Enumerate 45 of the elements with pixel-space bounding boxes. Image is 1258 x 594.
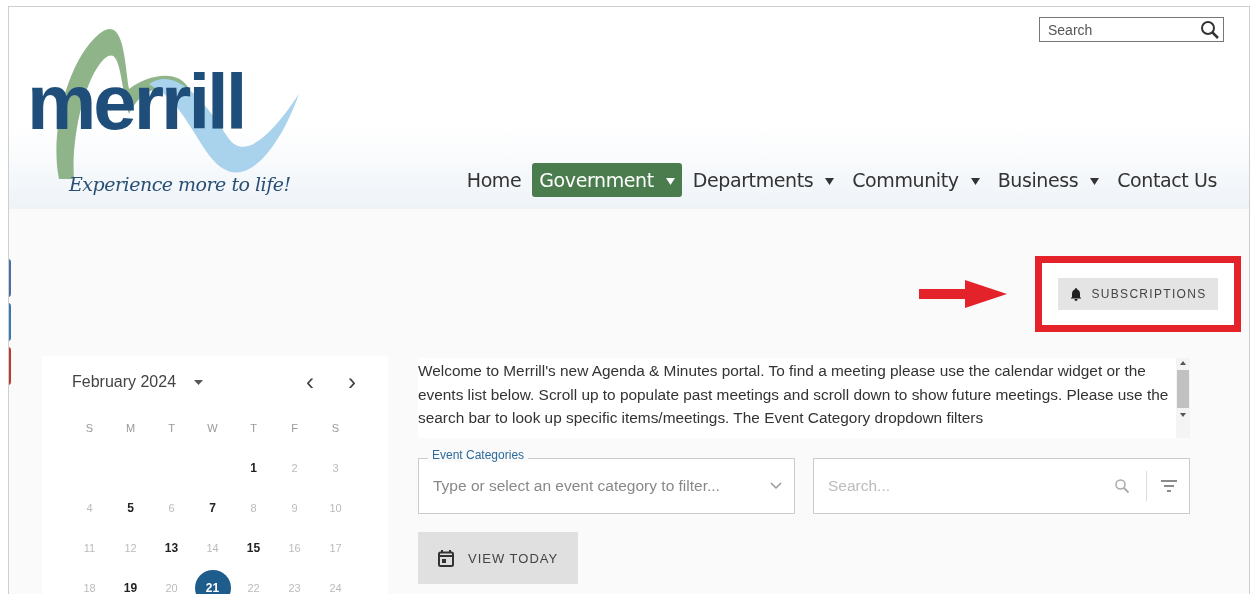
calendar-day[interactable]: 19 bbox=[112, 570, 149, 594]
weekday-label: T bbox=[250, 422, 257, 434]
nav-link[interactable]: Community bbox=[845, 163, 987, 197]
calendar-day[interactable]: 21 bbox=[194, 570, 231, 594]
subscriptions-button[interactable]: SUBSCRIPTIONS bbox=[1057, 278, 1219, 310]
search-input[interactable]: Search bbox=[1048, 21, 1200, 38]
calendar-day[interactable]: 1 bbox=[235, 450, 272, 486]
search-field[interactable]: Search bbox=[1039, 17, 1224, 42]
nav-link[interactable]: Departments bbox=[685, 163, 842, 197]
nav-link[interactable]: Government bbox=[532, 163, 682, 197]
calendar-day[interactable]: 5 bbox=[112, 490, 149, 526]
nav-link[interactable]: Business bbox=[990, 163, 1107, 197]
intro-text: Welcome to Merrill's new Agenda & Minutes portal. To find a meeting please use the calendar widget or the events list below. Scroll up to populate past meetings and scroll down to show future meetings. Please use the search bar to look up specific items/meetings. The Event Category dropdown filters bbox=[418, 361, 1170, 428]
scrollbar[interactable] bbox=[1176, 358, 1190, 438]
scroll-up-icon[interactable] bbox=[1180, 361, 1186, 365]
logo-tagline: Experience more to life! bbox=[69, 173, 291, 195]
caret-icon bbox=[194, 380, 204, 386]
weekday-label: S bbox=[85, 422, 94, 434]
chevron-down-icon bbox=[770, 482, 782, 490]
previous-month-button[interactable]: ‹ bbox=[294, 370, 326, 394]
weekday-label: M bbox=[125, 422, 136, 434]
logo-wordmark: merrill bbox=[27, 63, 245, 141]
search-field[interactable]: Search... bbox=[813, 458, 1190, 514]
search-icon bbox=[1114, 478, 1130, 494]
calendar-icon bbox=[438, 549, 454, 567]
weekday-label: F bbox=[291, 422, 298, 434]
nav-link[interactable]: Contact Us bbox=[1110, 163, 1224, 197]
search-icon bbox=[1200, 19, 1220, 40]
search-input[interactable]: Search... bbox=[826, 476, 1114, 496]
weekday-label: T bbox=[168, 422, 175, 434]
category-input[interactable]: Type or select an event category to filter... bbox=[431, 476, 770, 496]
weekday-label: W bbox=[207, 422, 218, 434]
filter-icon[interactable] bbox=[1161, 480, 1177, 492]
field-label: Event Categories bbox=[428, 448, 529, 462]
nav-link[interactable]: Home bbox=[459, 163, 529, 197]
view-today-button[interactable]: VIEW TODAY bbox=[418, 532, 579, 584]
scroll-down-icon[interactable] bbox=[1180, 413, 1186, 417]
arrow-icon bbox=[919, 280, 1007, 308]
calendar-day[interactable]: 7 bbox=[194, 490, 231, 526]
bell-icon bbox=[1069, 287, 1082, 301]
calendar-day[interactable]: 13 bbox=[153, 530, 190, 566]
month-dropdown[interactable]: February 2024 bbox=[72, 373, 204, 391]
weekday-label: S bbox=[331, 422, 340, 434]
calendar-day[interactable]: 15 bbox=[235, 530, 272, 566]
next-month-button[interactable]: › bbox=[336, 370, 368, 394]
